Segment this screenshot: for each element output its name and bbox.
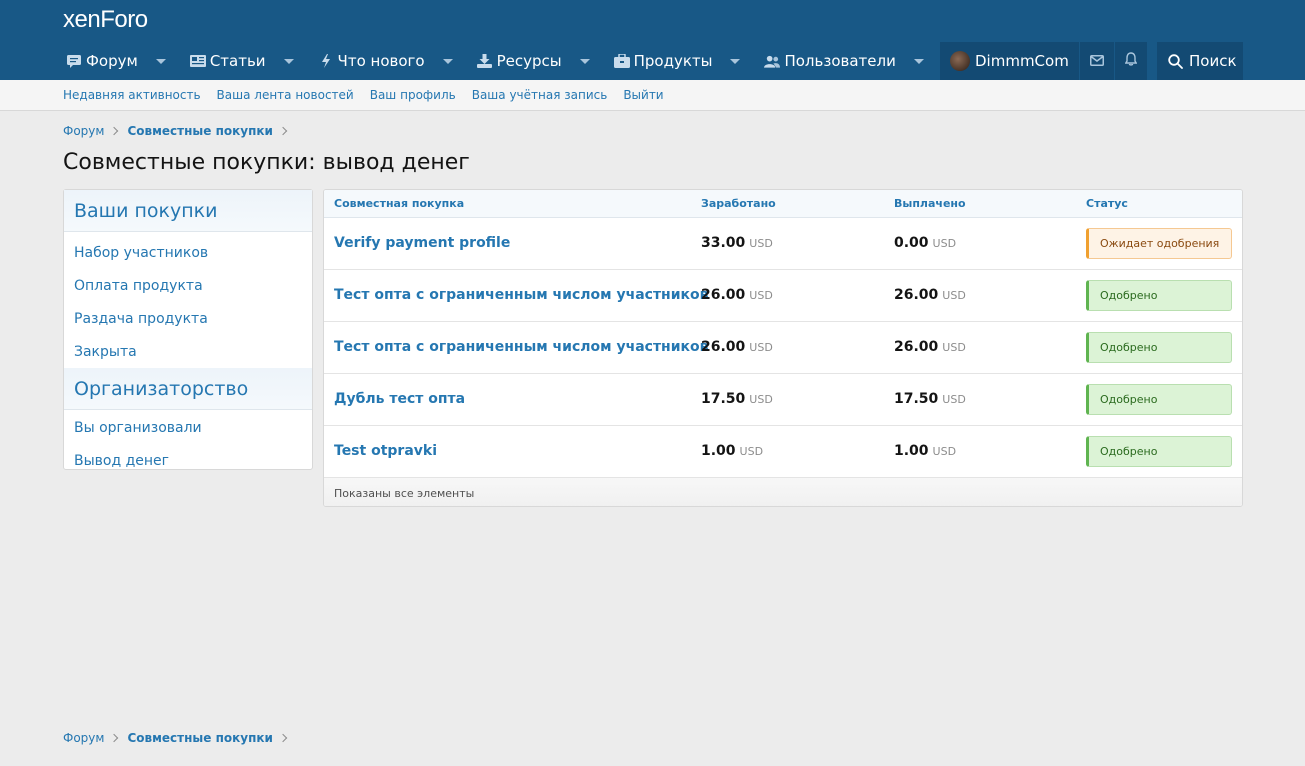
- account-link[interactable]: DimmmCom: [940, 42, 1079, 80]
- chevron-right-icon: [278, 733, 288, 743]
- breadcrumb-forum[interactable]: Форум: [63, 124, 104, 138]
- chevron-down-icon[interactable]: [913, 58, 924, 64]
- withdrawals-table: Совместная покупка Заработано Выплачено …: [323, 189, 1243, 507]
- chevron-down-icon[interactable]: [730, 58, 741, 64]
- status-badge: Одобрено: [1086, 384, 1232, 415]
- column-status[interactable]: Статус: [1086, 197, 1128, 210]
- row-title-link[interactable]: Test otpravki: [334, 443, 437, 459]
- breadcrumb-group-buys[interactable]: Совместные покупки: [127, 124, 272, 138]
- sidebar-heading-organizing: Организаторство: [64, 368, 312, 410]
- table-row: Дубль тест опта 17.50 USD 17.50 USD Одобре…: [324, 374, 1242, 426]
- row-title-link[interactable]: Дубль тест опта: [334, 391, 465, 407]
- earned-amount: 33.00 USD: [701, 235, 773, 251]
- search-button[interactable]: Поиск: [1157, 42, 1243, 80]
- subnav-news-feed[interactable]: Ваша лента новостей: [217, 88, 354, 102]
- chevron-down-icon[interactable]: [579, 58, 590, 64]
- chevron-right-icon: [110, 733, 119, 743]
- sidebar-item-withdrawal[interactable]: Вывод денег: [64, 444, 312, 477]
- bolt-icon: [318, 54, 334, 68]
- status-badge: Ожидает одобрения: [1086, 228, 1232, 259]
- sidebar-item-distribution[interactable]: Раздача продукта: [64, 302, 312, 335]
- subnav-logout[interactable]: Выйти: [623, 88, 663, 102]
- site-header: xenForo Форум Статьи Что нового Ресурсы …: [0, 0, 1305, 80]
- table-row: Verify payment profile 33.00 USD 0.00 USD …: [324, 218, 1242, 270]
- nav-whats-new[interactable]: Что нового: [318, 42, 453, 80]
- paid-amount: 0.00 USD: [894, 235, 957, 251]
- row-title-link[interactable]: Verify payment profile: [334, 235, 510, 251]
- chevron-right-icon: [110, 126, 119, 136]
- sidebar-item-closed[interactable]: Закрыта: [64, 335, 312, 368]
- subnav-profile[interactable]: Ваш профиль: [370, 88, 456, 102]
- table-footer: Показаны все элементы: [324, 478, 1242, 506]
- avatar: [950, 51, 970, 71]
- inbox-button[interactable]: [1078, 42, 1114, 80]
- sub-nav: Недавняя активность Ваша лента новостей …: [0, 80, 1305, 111]
- chevron-down-icon[interactable]: [283, 58, 294, 64]
- search-icon: [1168, 53, 1183, 69]
- page-title: Совместные покупки: вывод денег: [63, 150, 470, 175]
- nav-users[interactable]: Пользователи: [764, 42, 924, 80]
- subnav-recent-activity[interactable]: Недавняя активность: [63, 88, 201, 102]
- forum-icon: [66, 54, 82, 68]
- breadcrumb-group-buys[interactable]: Совместные покупки: [127, 731, 272, 745]
- nav-articles[interactable]: Статьи: [189, 42, 294, 80]
- table-header: Совместная покупка Заработано Выплачено …: [324, 190, 1242, 218]
- nav-resources[interactable]: Ресурсы: [477, 42, 590, 80]
- column-paid[interactable]: Выплачено: [894, 197, 966, 210]
- sidebar: Ваши покупки Набор участников Оплата про…: [63, 189, 313, 470]
- main-nav: Форум Статьи Что нового Ресурсы Продукты…: [66, 42, 948, 80]
- envelope-icon: [1089, 52, 1104, 70]
- sidebar-item-payment[interactable]: Оплата продукта: [64, 269, 312, 302]
- table-row: Тест опта с ограниченным числом участник…: [324, 270, 1242, 322]
- nav-forum[interactable]: Форум: [66, 42, 166, 80]
- download-icon: [477, 54, 493, 68]
- chevron-down-icon[interactable]: [155, 58, 166, 64]
- articles-icon: [189, 54, 206, 68]
- column-earned[interactable]: Заработано: [701, 197, 776, 210]
- subnav-account[interactable]: Ваша учётная запись: [472, 88, 608, 102]
- chevron-down-icon[interactable]: [442, 58, 453, 64]
- chevron-right-icon: [278, 126, 288, 136]
- nav-products[interactable]: Продукты: [613, 42, 741, 80]
- site-logo[interactable]: xenForo: [63, 6, 148, 34]
- paid-amount: 26.00 USD: [894, 287, 966, 303]
- sidebar-item-recruiting[interactable]: Набор участников: [64, 236, 312, 269]
- status-badge: Одобрено: [1086, 280, 1232, 311]
- paid-amount: 26.00 USD: [894, 339, 966, 355]
- bell-icon: [1124, 52, 1138, 70]
- alerts-button[interactable]: [1113, 42, 1147, 80]
- earned-amount: 26.00 USD: [701, 339, 773, 355]
- sidebar-item-organized[interactable]: Вы организовали: [64, 411, 312, 444]
- column-purchase[interactable]: Совместная покупка: [334, 197, 464, 210]
- account-block: DimmmCom: [940, 42, 1147, 80]
- table-row: Test otpravki 1.00 USD 1.00 USD Одобрено: [324, 426, 1242, 478]
- breadcrumb: Форум Совместные покупки: [63, 124, 296, 138]
- earned-amount: 1.00 USD: [701, 443, 764, 459]
- breadcrumb-bottom: Форум Совместные покупки: [63, 731, 296, 745]
- row-title-link[interactable]: Тест опта с ограниченным числом участник…: [334, 287, 709, 303]
- row-title-link[interactable]: Тест опта с ограниченным числом участник…: [334, 339, 709, 355]
- status-badge: Одобрено: [1086, 332, 1232, 363]
- earned-amount: 26.00 USD: [701, 287, 773, 303]
- briefcase-icon: [613, 54, 630, 68]
- paid-amount: 1.00 USD: [894, 443, 957, 459]
- users-icon: [764, 54, 781, 68]
- paid-amount: 17.50 USD: [894, 391, 966, 407]
- sidebar-heading-purchases: Ваши покупки: [64, 190, 312, 232]
- status-badge: Одобрено: [1086, 436, 1232, 467]
- table-row: Тест опта с ограниченным числом участник…: [324, 322, 1242, 374]
- breadcrumb-forum[interactable]: Форум: [63, 731, 104, 745]
- earned-amount: 17.50 USD: [701, 391, 773, 407]
